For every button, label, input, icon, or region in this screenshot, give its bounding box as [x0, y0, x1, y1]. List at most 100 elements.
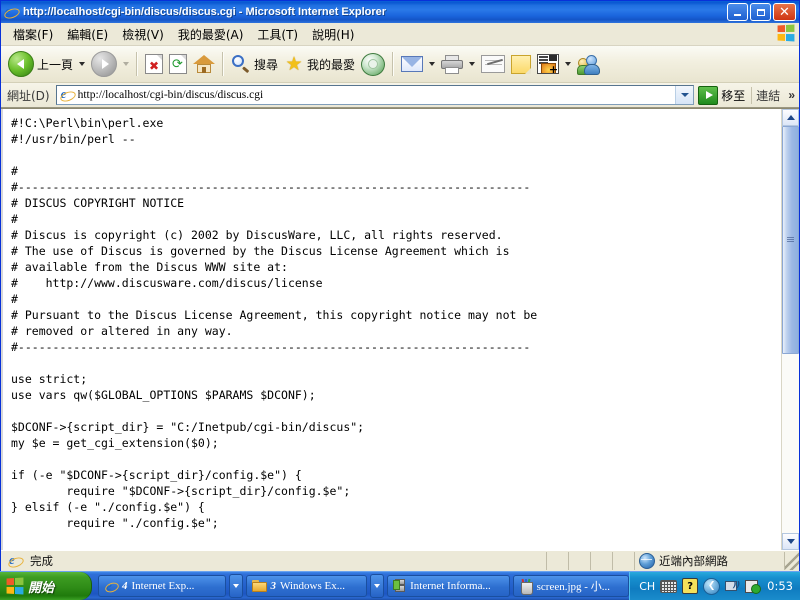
status-message-pane: e 完成 — [1, 552, 547, 570]
discuss-caret-icon[interactable] — [565, 62, 572, 66]
menu-help[interactable]: 說明(H) — [305, 24, 361, 45]
refresh-icon: ⟳ — [169, 54, 188, 74]
security-zone-pane[interactable]: 近端內部網路 — [635, 552, 785, 570]
print-button[interactable] — [438, 49, 466, 79]
printer-icon — [441, 54, 464, 74]
resize-grip-icon[interactable] — [785, 552, 799, 570]
start-button-label: 開始 — [28, 580, 55, 596]
vertical-scrollbar[interactable] — [781, 109, 799, 550]
task-button-label: screen.jpg - 小... — [536, 581, 610, 593]
media-button[interactable] — [358, 49, 388, 79]
scroll-down-button[interactable] — [782, 533, 799, 550]
clock[interactable]: 0:53 — [767, 579, 793, 593]
toolbar-overflow-icon[interactable]: » — [784, 88, 799, 102]
note-button[interactable] — [508, 49, 534, 79]
go-button[interactable]: 移至 — [694, 85, 751, 105]
task-button-screen-jpg[interactable]: screen.jpg - 小... — [512, 575, 630, 597]
window-title: http://localhost/cgi-bin/discus/discus.c… — [23, 6, 387, 18]
status-page-icon: e — [6, 553, 26, 570]
close-icon: ✕ — [779, 4, 790, 20]
discuss-button[interactable]: + — [534, 49, 562, 79]
star-icon: ★ — [285, 52, 303, 75]
forward-button[interactable] — [88, 49, 120, 79]
address-dropdown-button[interactable] — [675, 86, 694, 104]
stop-button[interactable]: ✖ — [142, 49, 166, 79]
address-input[interactable]: http://localhost/cgi-bin/discus/discus.c… — [78, 89, 676, 101]
media-icon — [361, 52, 386, 76]
stop-icon: ✖ — [145, 54, 164, 74]
task-group-caret-explorer[interactable] — [370, 574, 385, 598]
favorites-button[interactable]: ★ 我的最愛 — [281, 49, 358, 79]
taskbar-buttons: e 4 Internet Exp... 3 Windows Ex... Inte… — [92, 574, 630, 598]
back-button[interactable]: 上一頁 — [5, 49, 76, 79]
scrollbar-track[interactable] — [782, 126, 799, 533]
mail-icon — [401, 56, 424, 72]
menu-favorites[interactable]: 我的最愛(A) — [171, 24, 251, 45]
search-icon — [231, 54, 251, 74]
help-icon[interactable]: ? — [682, 578, 699, 594]
folder-icon — [251, 580, 267, 592]
minimize-button[interactable] — [727, 3, 748, 21]
status-bar: e 完成 近端內部網路 — [1, 550, 799, 571]
browser-window: e http://localhost/cgi-bin/discus/discus… — [0, 0, 800, 572]
taskbar: 開始 e 4 Internet Exp... 3 Windows Ex... I… — [0, 571, 800, 600]
restore-button[interactable] — [750, 3, 771, 21]
paint-icon — [519, 578, 533, 595]
back-button-label: 上一頁 — [37, 57, 74, 72]
refresh-button[interactable]: ⟳ — [166, 49, 190, 79]
menu-tools[interactable]: 工具(T) — [250, 24, 305, 45]
chevron-down-icon — [786, 539, 795, 544]
status-pane-1 — [547, 552, 569, 570]
scroll-up-button[interactable] — [782, 109, 799, 126]
toolbar-separator — [392, 52, 395, 76]
ie-icon: e — [103, 579, 121, 595]
task-group-caret-ie[interactable] — [228, 574, 243, 598]
mail-caret-icon[interactable] — [429, 62, 436, 66]
scrollbar-thumb[interactable] — [782, 126, 799, 354]
content-area: #!C:\Perl\bin\perl.exe #!/usr/bin/perl -… — [1, 108, 799, 550]
print-caret-icon[interactable] — [469, 62, 476, 66]
status-message: 完成 — [30, 554, 53, 568]
messenger-icon — [577, 54, 601, 75]
search-button[interactable]: 搜尋 — [228, 49, 281, 79]
chevron-up-icon — [786, 115, 795, 120]
menu-file[interactable]: 檔案(F) — [6, 24, 60, 45]
task-button-internet-information[interactable]: Internet Informa... — [387, 575, 510, 597]
go-button-label: 移至 — [721, 88, 746, 103]
task-button-label: Internet Exp... — [131, 580, 195, 592]
network-icon[interactable]: )) — [725, 580, 740, 593]
show-hidden-icons-button[interactable]: ❮ — [703, 577, 721, 595]
menu-edit[interactable]: 編輯(E) — [60, 24, 115, 45]
links-button[interactable]: 連結 — [751, 86, 784, 104]
close-button[interactable]: ✕ — [773, 3, 796, 21]
grip-icon — [787, 236, 794, 243]
menu-view[interactable]: 檢視(V) — [115, 24, 171, 45]
title-bar: e http://localhost/cgi-bin/discus/discus… — [1, 1, 799, 23]
toolbar-separator — [136, 52, 139, 76]
menu-bar: 檔案(F) 編輯(E) 檢視(V) 我的最愛(A) 工具(T) 說明(H) — [1, 23, 799, 46]
research-icon: + — [537, 54, 560, 74]
home-button[interactable] — [190, 49, 218, 79]
edit-page-icon — [481, 55, 506, 73]
forward-history-caret-icon — [123, 62, 130, 66]
start-button[interactable]: 開始 — [0, 572, 92, 600]
document-body[interactable]: #!C:\Perl\bin\perl.exe #!/usr/bin/perl -… — [1, 109, 781, 550]
address-input-wrapper[interactable]: e http://localhost/cgi-bin/discus/discus… — [55, 85, 695, 105]
forward-arrow-icon — [91, 51, 118, 77]
task-button-count: 3 — [270, 580, 277, 592]
volume-icon[interactable] — [745, 579, 762, 594]
messenger-button[interactable] — [574, 49, 604, 79]
task-button-count: 4 — [122, 580, 128, 592]
address-bar: 網址(D) e http://localhost/cgi-bin/discus/… — [1, 83, 799, 108]
back-history-caret-icon[interactable] — [79, 62, 86, 66]
windows-logo-icon — [777, 24, 795, 42]
server-icon — [393, 579, 406, 593]
edit-button[interactable] — [478, 49, 508, 79]
keyboard-icon[interactable] — [660, 579, 678, 593]
ime-indicator[interactable]: CH — [639, 580, 655, 593]
back-arrow-icon — [8, 51, 34, 77]
security-zone-label: 近端內部網路 — [659, 554, 728, 568]
task-button-internet-explorer[interactable]: e 4 Internet Exp... — [98, 575, 226, 597]
mail-button[interactable] — [398, 49, 426, 79]
task-button-windows-explorer[interactable]: 3 Windows Ex... — [245, 575, 368, 597]
